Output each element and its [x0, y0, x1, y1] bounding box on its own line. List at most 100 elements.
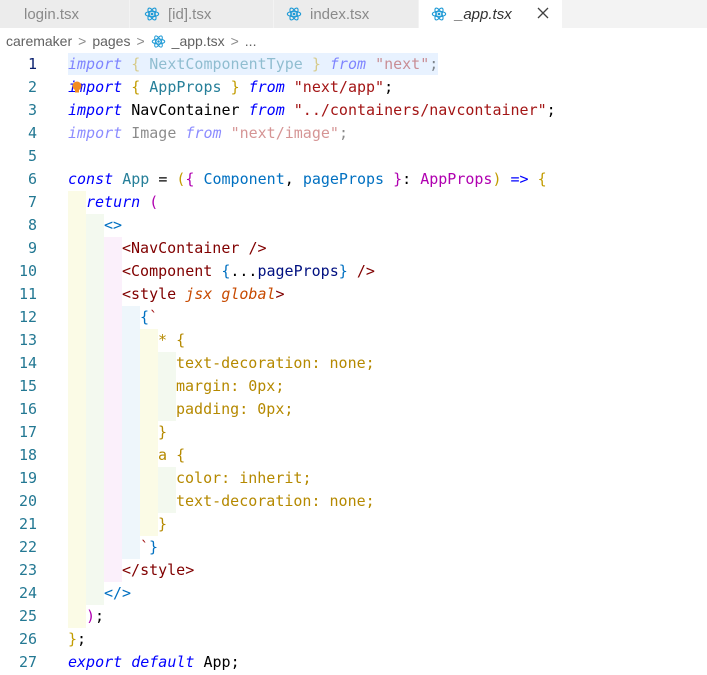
code-text: import { NextComponentType } from "next"…: [68, 55, 439, 73]
code-text: import NavContainer from "../containers/…: [68, 101, 556, 119]
code-line: 12 {`: [0, 306, 707, 329]
code-text: );: [86, 607, 105, 625]
code-text: `}: [140, 538, 159, 556]
line-number: 3: [27, 101, 37, 119]
tab-label: _app.tsx: [455, 5, 512, 23]
code-text: <NavContainer />: [122, 239, 267, 257]
code-line: 21 }: [0, 513, 707, 536]
code-text: text-decoration: none;: [176, 492, 375, 510]
code-line: 10 <Component {...pageProps} />: [0, 260, 707, 283]
close-icon[interactable]: [536, 6, 550, 20]
breadcrumb-item-file[interactable]: _app.tsx: [172, 33, 225, 49]
tab-id[interactable]: [id].tsx: [130, 0, 274, 28]
line-number: 8: [27, 216, 37, 234]
line-number: 19: [18, 469, 37, 487]
breadcrumb-item-more[interactable]: ...: [245, 33, 257, 49]
breadcrumb-item-caremaker[interactable]: caremaker: [6, 33, 72, 49]
line-number: 9: [27, 239, 37, 257]
code-line: 18 a {: [0, 444, 707, 467]
code-text: import { AppProps } from "next/app";: [68, 78, 394, 96]
react-icon: [151, 34, 165, 48]
code-text: }: [158, 515, 168, 533]
line-number: 23: [18, 561, 37, 579]
react-icon: [286, 7, 302, 21]
line-number: 13: [18, 331, 37, 349]
code-text: import Image from "next/image";: [68, 124, 348, 142]
line-number: 24: [18, 584, 37, 602]
code-text: </style>: [122, 561, 195, 579]
code-text: text-decoration: none;: [176, 354, 375, 372]
line-number: 20: [18, 492, 37, 510]
code-text: margin: 0px;: [176, 377, 285, 395]
chevron-right-icon: >: [136, 33, 145, 49]
code-line: 13 * {: [0, 329, 707, 352]
tab-app[interactable]: _app.tsx: [419, 0, 563, 28]
code-text: const App = ({ Component, pageProps }: A…: [68, 170, 547, 188]
line-number: 17: [18, 423, 37, 441]
line-number: 18: [18, 446, 37, 464]
code-line: 27 export default App;: [0, 651, 707, 674]
chevron-right-icon: >: [78, 33, 87, 49]
code-line: 3 import NavContainer from "../container…: [0, 99, 707, 122]
code-line: 23 </style>: [0, 559, 707, 582]
line-number: 6: [27, 170, 37, 188]
line-number: 4: [27, 124, 37, 142]
code-text: color: inherit;: [176, 469, 312, 487]
code-line: 14 text-decoration: none;: [0, 352, 707, 375]
line-number: 7: [27, 193, 37, 211]
line-number: 21: [18, 515, 37, 533]
tab-bar: login.tsx [id].tsx index.tsx _app.tsx: [0, 0, 707, 28]
line-number: 16: [18, 400, 37, 418]
breadcrumb-item-pages[interactable]: pages: [92, 33, 130, 49]
code-text: <style jsx global>: [122, 285, 285, 303]
line-number: 1: [27, 55, 37, 73]
tab-label: index.tsx: [310, 5, 370, 23]
tab-index[interactable]: index.tsx: [274, 0, 419, 28]
code-line: 25 );: [0, 605, 707, 628]
react-icon: [144, 7, 160, 21]
code-line: 7 return (: [0, 191, 707, 214]
tab-label: login.tsx: [24, 5, 80, 23]
code-line: 6 const App = ({ Component, pageProps }:…: [0, 168, 707, 191]
code-text: * {: [158, 331, 186, 349]
code-text: export default App;: [68, 653, 240, 671]
chevron-right-icon: >: [230, 33, 239, 49]
line-number: 27: [18, 653, 37, 671]
line-number: 22: [18, 538, 37, 556]
code-line: 26 };: [0, 628, 707, 651]
react-icon: [431, 7, 447, 21]
code-line: 9 <NavContainer />: [0, 237, 707, 260]
line-number: 12: [18, 308, 37, 326]
code-text: </>: [104, 584, 132, 602]
code-line: 5: [0, 145, 707, 168]
code-line: 1 import { NextComponentType } from "nex…: [0, 53, 707, 76]
tab-login[interactable]: login.tsx: [0, 0, 130, 28]
code-line: 15 margin: 0px;: [0, 375, 707, 398]
code-line: 4 import Image from "next/image";: [0, 122, 707, 145]
code-line: 19 color: inherit;: [0, 467, 707, 490]
code-line: 11 <style jsx global>: [0, 283, 707, 306]
code-line: 20 text-decoration: none;: [0, 490, 707, 513]
line-number: 2: [27, 78, 37, 96]
line-number: 14: [18, 354, 37, 372]
code-text: a {: [158, 446, 186, 464]
code-line: 2 import { AppProps } from "next/app";: [0, 76, 707, 99]
line-number: 15: [18, 377, 37, 395]
code-text: padding: 0px;: [176, 400, 294, 418]
code-editor[interactable]: 1 import { NextComponentType } from "nex…: [0, 52, 707, 675]
line-number: 26: [18, 630, 37, 648]
line-number: 10: [18, 262, 37, 280]
code-text: <>: [104, 216, 123, 234]
code-line: 24 </>: [0, 582, 707, 605]
code-text: <Component {...pageProps} />: [122, 262, 375, 280]
lightbulb-icon[interactable]: [71, 81, 83, 93]
code-line: 22 `}: [0, 536, 707, 559]
code-text: }: [158, 423, 168, 441]
line-number: 5: [27, 147, 37, 165]
tab-label: [id].tsx: [168, 5, 212, 23]
line-number: 11: [18, 285, 37, 303]
line-number: 25: [18, 607, 37, 625]
code-line: 17 }: [0, 421, 707, 444]
code-line: 8 <>: [0, 214, 707, 237]
code-text: return (: [86, 193, 159, 211]
